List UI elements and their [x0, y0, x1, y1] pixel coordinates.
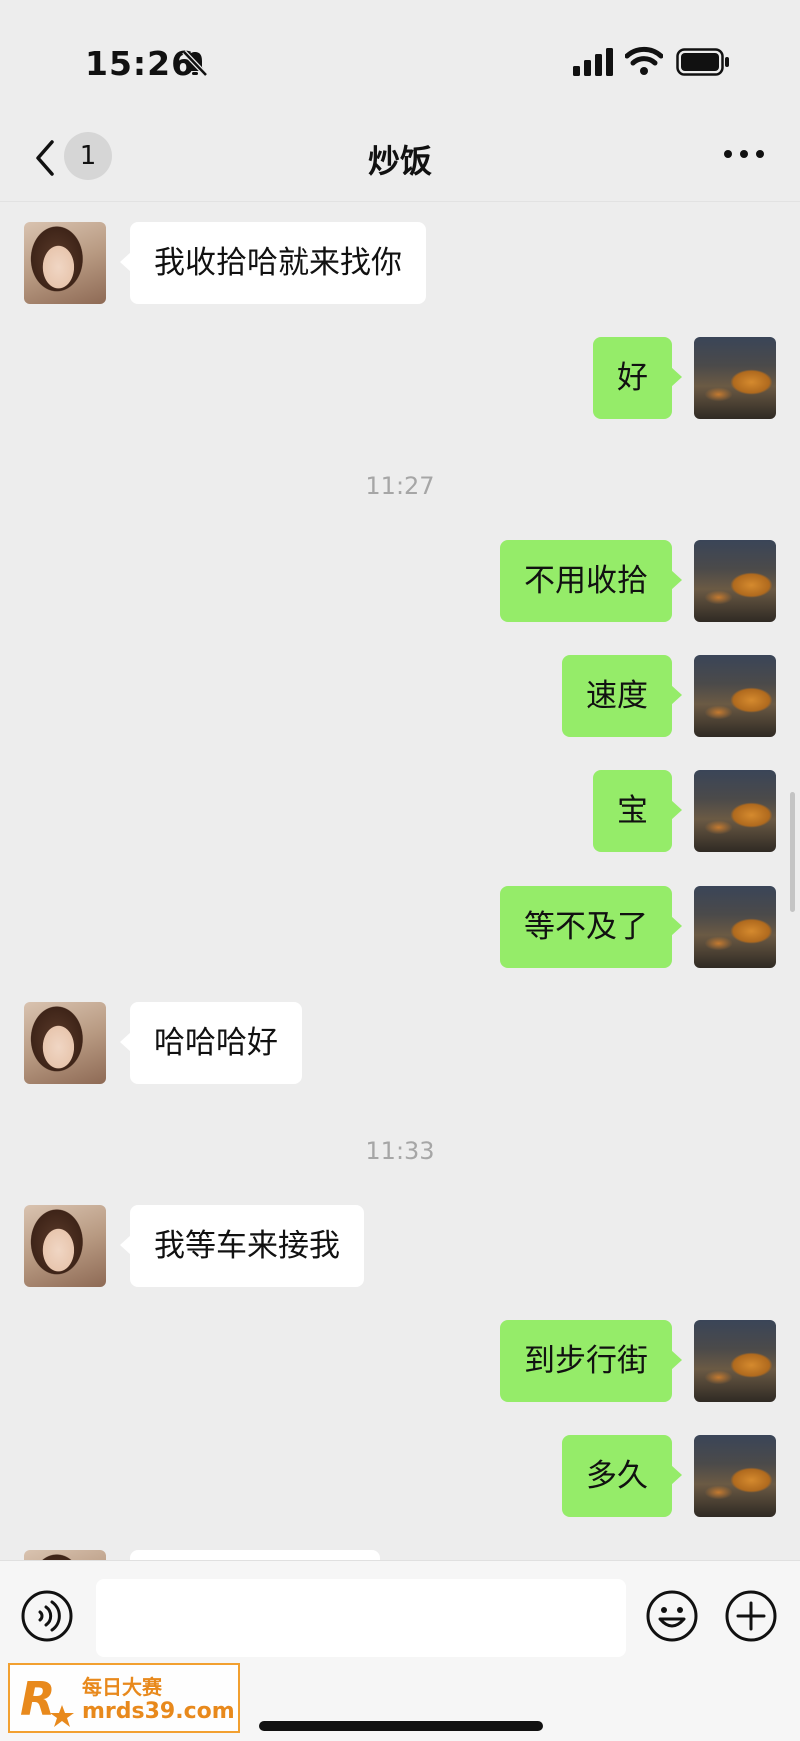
- message-list[interactable]: 我收拾哈就来找你 好 11:27 不用收拾 速度 宝 等不及了 哈哈哈好 11:…: [0, 202, 800, 1560]
- message-bubble[interactable]: [130, 1550, 380, 1560]
- wifi-icon: [625, 46, 663, 75]
- emoji-icon[interactable]: [645, 1589, 699, 1643]
- message-bubble[interactable]: 我等车来接我: [120, 1205, 364, 1287]
- message-bubble[interactable]: 哈哈哈好: [120, 1002, 302, 1084]
- my-avatar[interactable]: [694, 655, 776, 737]
- message-bubble[interactable]: 到步行街: [500, 1320, 682, 1402]
- message-bubble[interactable]: 我收拾哈就来找你: [120, 222, 426, 304]
- contact-avatar[interactable]: [24, 222, 106, 304]
- watermark-line2: mrds39.com: [82, 1699, 235, 1724]
- message-row: 不用收拾: [0, 540, 800, 624]
- plus-icon[interactable]: [724, 1589, 778, 1643]
- message-row: 好: [0, 337, 800, 421]
- message-bubble[interactable]: 速度: [562, 655, 682, 737]
- battery-icon: [676, 48, 729, 76]
- my-avatar[interactable]: [694, 1320, 776, 1402]
- message-row: 我收拾哈就来找你: [0, 222, 800, 306]
- message-input[interactable]: [96, 1579, 626, 1657]
- voice-icon[interactable]: [20, 1589, 74, 1643]
- contact-avatar[interactable]: [24, 1550, 106, 1560]
- message-bubble[interactable]: 多久: [562, 1435, 682, 1517]
- timestamp: 11:33: [365, 1137, 435, 1165]
- svg-text:R: R: [20, 1672, 55, 1726]
- my-avatar[interactable]: [694, 1435, 776, 1517]
- watermark: R 每日大赛 mrds39.com: [8, 1663, 240, 1733]
- message-row: [0, 1550, 800, 1560]
- signal-icon: [573, 48, 613, 76]
- message-row: 宝: [0, 770, 800, 854]
- my-avatar[interactable]: [694, 770, 776, 852]
- timestamp: 11:27: [365, 472, 435, 500]
- contact-avatar[interactable]: [24, 1205, 106, 1287]
- watermark-logo-icon: R: [20, 1672, 74, 1727]
- watermark-line1: 每日大赛: [82, 1675, 162, 1699]
- home-indicator[interactable]: [259, 1721, 543, 1731]
- status-bar: 15:26: [0, 0, 800, 120]
- message-row: 到步行街: [0, 1320, 800, 1404]
- message-bubble[interactable]: 不用收拾: [500, 540, 682, 622]
- message-bubble[interactable]: 好: [593, 337, 682, 419]
- message-bubble[interactable]: 宝: [593, 770, 682, 852]
- bell-off-icon: [182, 50, 208, 77]
- message-row: 多久: [0, 1435, 800, 1519]
- message-row: 等不及了: [0, 886, 800, 970]
- status-time: 15:26: [85, 44, 196, 83]
- my-avatar[interactable]: [694, 337, 776, 419]
- message-bubble[interactable]: 等不及了: [500, 886, 682, 968]
- my-avatar[interactable]: [694, 886, 776, 968]
- my-avatar[interactable]: [694, 540, 776, 622]
- contact-avatar[interactable]: [24, 1002, 106, 1084]
- chat-title: 炒饭: [367, 142, 432, 180]
- message-row: 我等车来接我: [0, 1205, 800, 1289]
- scrollbar[interactable]: [790, 792, 795, 912]
- message-row: 速度: [0, 655, 800, 739]
- more-dots-icon[interactable]: [722, 144, 766, 164]
- chat-header: 1 炒饭: [0, 120, 800, 202]
- message-row: 哈哈哈好: [0, 1002, 800, 1086]
